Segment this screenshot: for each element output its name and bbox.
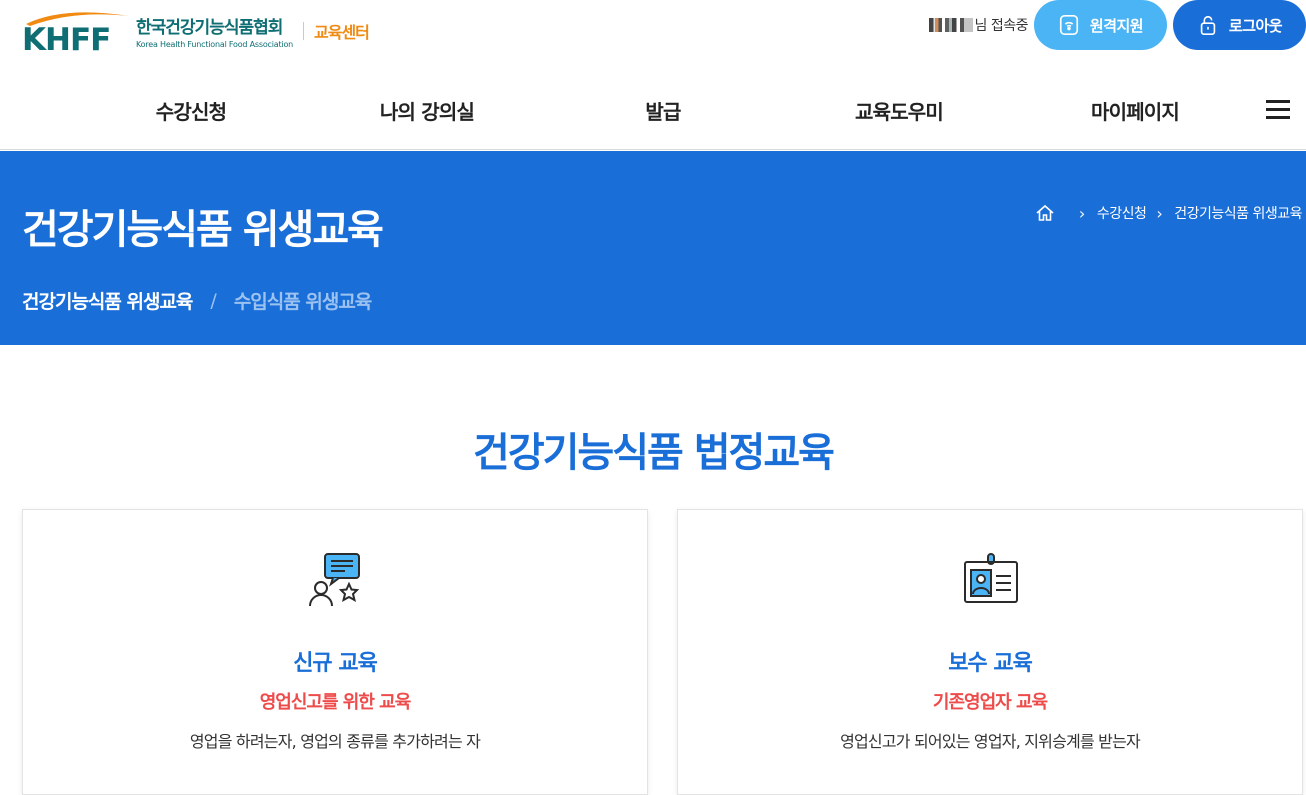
card-description: 영업신고가 되어있는 영업자, 지위승계를 받는자 [840,732,1141,751]
nav-item-issuance[interactable]: 발급 [645,96,681,125]
chevron-right-icon: › [1156,203,1163,223]
home-icon[interactable] [1035,204,1055,222]
logo-text: 한국건강기능식품협회 Korea Health Functional Food … [136,13,293,49]
logo-center-label: 교육센터 [314,23,370,42]
menu-hamburger-icon[interactable] [1266,100,1290,120]
remote-support-icon [1058,14,1080,36]
page-banner: 건강기능식품 위생교육 › 수강신청 › 건강기능식품 위생교육 건강기능식품 … [0,151,1306,345]
tab-separator: / [210,289,216,312]
site-logo[interactable]: KHFF 한국건강기능식품협회 Korea Health Functional … [22,6,370,58]
logo-letters: KHFF [22,22,111,58]
main-nav: 수강신청 나의 강의실 발급 교육도우미 마이페이지 [0,84,1306,134]
card-description: 영업을 하려는자, 영업의 종류를 추가하려는 자 [189,732,481,751]
card-subtitle: 영업신고를 위한 교육 [259,692,412,713]
user-area: 님 접속중 원격지원 로그아웃 [928,0,1306,50]
sub-tabs: 건강기능식품 위생교육 / 수입식품 위생교육 [22,287,372,314]
nav-item-my-page[interactable]: 마이페이지 [1091,96,1180,125]
card-title: 신규 교육 [293,651,378,676]
breadcrumb-item-course-registration[interactable]: 수강신청 [1097,203,1147,223]
speech-bubble-user-star-icon [305,550,365,610]
user-status: 님 접속중 [974,18,1029,34]
nav-item-education-helper[interactable]: 교육도우미 [855,96,944,125]
logo-name-en: Korea Health Functional Food Association [136,40,294,49]
logo-name-kr: 한국건강기능식품협회 [136,18,283,38]
card-new-education[interactable]: 신규 교육 영업신고를 위한 교육 영업을 하려는자, 영업의 종류를 추가하려… [22,509,648,795]
tab-health-food-hygiene[interactable]: 건강기능식품 위생교육 [22,287,193,314]
user-name-redacted [928,18,973,32]
breadcrumb-item-current: 건강기능식품 위생교육 [1174,206,1302,222]
page-title: 건강기능식품 위생교육 [22,207,384,253]
breadcrumb: › 수강신청 › 건강기능식품 위생교육 [1035,203,1302,223]
section-title: 건강기능식품 법정교육 [473,430,835,476]
nav-item-course-registration[interactable]: 수강신청 [156,96,227,125]
card-refresher-education[interactable]: 보수 교육 기존영업자 교육 영업신고가 되어있는 영업자, 지위승계를 받는자 [677,509,1303,795]
remote-support-label: 원격지원 [1089,16,1144,35]
lock-icon [1197,14,1219,36]
id-badge-icon [960,550,1020,610]
remote-support-button[interactable]: 원격지원 [1034,0,1167,50]
nav-item-my-classroom[interactable]: 나의 강의실 [380,96,475,125]
logo-mark: KHFF [22,8,132,58]
chevron-right-icon: › [1078,203,1085,223]
logout-label: 로그아웃 [1228,16,1283,35]
card-subtitle: 기존영업자 교육 [932,692,1048,713]
card-title: 보수 교육 [948,651,1033,676]
logout-button[interactable]: 로그아웃 [1173,0,1306,50]
site-header: KHFF 한국건강기능식품협회 Korea Health Functional … [0,0,1306,150]
tab-imported-food-hygiene[interactable]: 수입식품 위생교육 [234,287,372,314]
logo-divider [303,22,305,40]
